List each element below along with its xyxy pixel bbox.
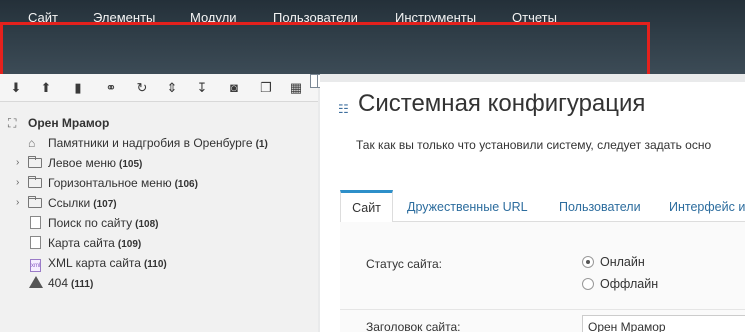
home-icon: ⌂	[28, 136, 36, 150]
page-icon	[28, 216, 44, 230]
page-icon	[28, 236, 44, 250]
tree-item-count: (108)	[135, 219, 159, 230]
status-offline-radio[interactable]	[582, 278, 594, 290]
tree-toolbar: ⬇ ⬆ ▮ ⚭ ↻ ⇕ ↧ ◙ ❐ ▦	[0, 74, 318, 102]
tree-item-label: Карта сайта	[48, 236, 115, 250]
tree-item-count: (107)	[93, 199, 117, 210]
tree-item[interactable]: Карта сайта (109)	[16, 235, 316, 253]
menu-item-modules[interactable]: Модули	[190, 10, 237, 25]
tab-friendly-url[interactable]: Дружественные URL	[407, 190, 528, 222]
menu-item-site[interactable]: Сайт	[28, 10, 58, 25]
arrow-down-circle-icon[interactable]: ⬇	[8, 80, 24, 96]
status-offline-label[interactable]: Оффлайн	[600, 277, 658, 291]
tree-item-count: (109)	[117, 239, 142, 250]
copy-icon[interactable]: ❐	[258, 80, 274, 96]
tree-item-label: 404	[48, 276, 69, 290]
tree-item[interactable]: › Ссылки (107)	[16, 195, 316, 213]
tab-users[interactable]: Пользователи	[559, 190, 641, 222]
folder-icon	[28, 156, 44, 170]
tree-item[interactable]: ⌂ Памятники и надгробия в Оренбурге (1)	[16, 135, 316, 153]
status-online-label[interactable]: Онлайн	[600, 255, 645, 269]
tree-item[interactable]: 404 (111)	[16, 275, 316, 293]
main-content: ☷ Системная конфигурация Так как вы толь…	[320, 74, 745, 332]
chevron-right-icon[interactable]: ›	[16, 157, 26, 168]
tree-item-count: (106)	[174, 179, 198, 190]
tree-item-label: Левое меню	[48, 156, 117, 170]
tree-item-label: XML карта сайта	[48, 256, 141, 270]
camera-icon[interactable]: ◙	[226, 80, 242, 96]
folder-icon	[28, 196, 44, 210]
link-icon[interactable]: ⚭	[103, 80, 119, 96]
tree-item-count: (111)	[71, 279, 94, 290]
chevron-right-icon[interactable]: ›	[16, 197, 26, 208]
tree-item-label: Памятники и надгробия в Оренбурге	[48, 136, 253, 150]
tree-root-label: Орен Мрамор	[28, 116, 110, 130]
config-tabs: Сайт Дружественные URL Пользователи Инте…	[340, 190, 745, 223]
tab-interface[interactable]: Интерфейс и	[669, 190, 745, 222]
site-settings-form: Статус сайта: Онлайн Оффлайн Заголовок с…	[340, 222, 745, 332]
tree-item-label: Ссылки	[48, 196, 91, 210]
file-icon[interactable]: ▮	[70, 80, 86, 96]
xml-file-icon: xml	[28, 256, 44, 272]
tree-item-label: Поиск по сайту	[48, 216, 133, 230]
grid-icon[interactable]: ▦	[288, 80, 304, 96]
sort-numeric-icon[interactable]: ↧	[194, 80, 210, 96]
site-status-label: Статус сайта:	[366, 257, 443, 271]
tree-item[interactable]: Поиск по сайту (108)	[16, 215, 316, 233]
admin-topbar: Сайт Элементы Модули Пользователи Инстру…	[0, 0, 745, 74]
settings-sliders-icon: ☷	[338, 102, 349, 116]
top-strip	[320, 74, 745, 82]
menu-item-users[interactable]: Пользователи	[273, 10, 358, 25]
chevron-right-icon[interactable]: ›	[16, 177, 26, 188]
form-divider	[340, 309, 745, 310]
menu-item-tools[interactable]: Инструменты	[395, 10, 476, 25]
menu-item-elements[interactable]: Элементы	[93, 10, 155, 25]
status-online-radio[interactable]	[582, 256, 594, 268]
tree-item-count: (1)	[255, 139, 268, 150]
site-title-label: Заголовок сайта:	[366, 320, 461, 332]
tree-item[interactable]: › Левое меню (105)	[16, 155, 316, 173]
main-menu: Сайт Элементы Модули Пользователи Инстру…	[0, 0, 745, 30]
tab-site[interactable]: Сайт	[340, 190, 393, 223]
tree-item[interactable]: › Горизонтальное меню (106)	[16, 175, 316, 193]
page-title: Системная конфигурация	[358, 90, 646, 117]
tree-item-count: (105)	[119, 159, 143, 170]
warning-icon	[28, 276, 44, 290]
arrow-up-circle-icon[interactable]: ⬆	[38, 80, 54, 96]
site-title-input[interactable]	[582, 315, 745, 332]
sort-icon[interactable]: ⇕	[164, 80, 180, 96]
tree-item-count: (110)	[143, 259, 167, 270]
intro-text: Так как вы только что установили систему…	[356, 138, 712, 152]
tree-item-label: Горизонтальное меню	[48, 176, 172, 190]
refresh-icon[interactable]: ↻	[134, 80, 150, 96]
menu-item-reports[interactable]: Отчеты	[512, 10, 557, 25]
tree-item[interactable]: xml XML карта сайта (110)	[16, 255, 316, 273]
sitemap-icon: ⛶	[8, 116, 17, 130]
structure-panel: ⬇ ⬆ ▮ ⚭ ↻ ⇕ ↧ ◙ ❐ ▦ ⛶ Орен Мрамор ⌂ Памя…	[0, 74, 318, 332]
tree-root[interactable]: ⛶ Орен Мрамор	[8, 115, 308, 133]
folder-icon	[28, 176, 44, 190]
